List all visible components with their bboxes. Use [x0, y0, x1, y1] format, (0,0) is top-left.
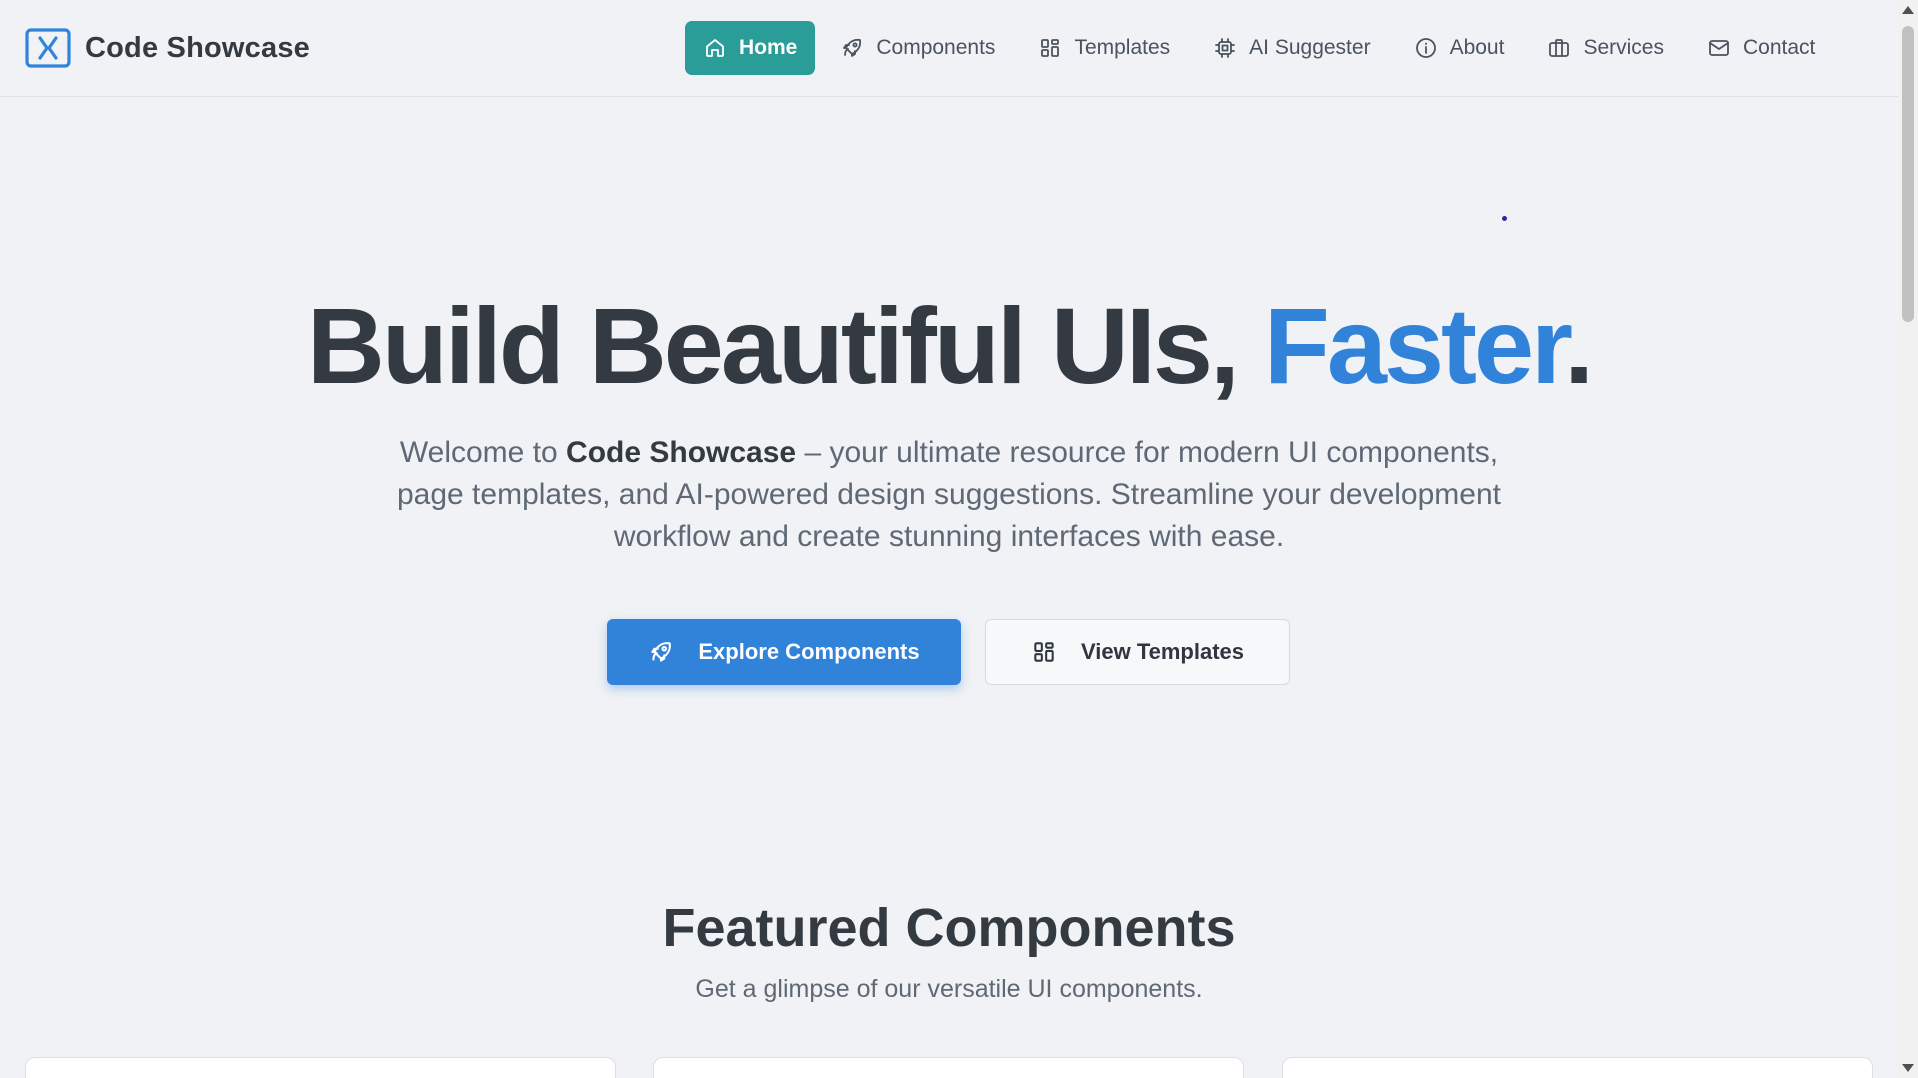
component-card[interactable] — [653, 1057, 1244, 1078]
view-templates-label: View Templates — [1080, 639, 1245, 664]
hero-description: Welcome to Code Showcase – your ultimate… — [380, 432, 1518, 558]
explore-components-button[interactable]: Explore Components — [607, 619, 961, 685]
nav-item-contact[interactable]: Contact — [1689, 21, 1833, 75]
hero-desc-pre: Welcome to — [399, 436, 567, 469]
brand-name: Code Showcase — [85, 31, 310, 64]
nav-item-label: About — [1449, 36, 1505, 59]
brand[interactable]: Code Showcase — [25, 28, 310, 68]
scroll-down-arrow-icon[interactable] — [1902, 1064, 1914, 1072]
nav-item-about[interactable]: About — [1396, 21, 1523, 75]
nav-item-components[interactable]: Components — [822, 21, 1013, 75]
top-navbar: Code Showcase Home Components Templates … — [0, 0, 1898, 97]
component-card[interactable] — [25, 1057, 616, 1078]
hero-cta-row: Explore Components View Templates — [607, 619, 1290, 685]
hero-title-accent: Faster — [1263, 285, 1567, 406]
nav-item-label: AI Suggester — [1249, 36, 1371, 59]
page: Code Showcase Home Components Templates … — [0, 0, 1898, 1078]
explore-components-label: Explore Components — [698, 639, 920, 664]
rocket-icon — [843, 38, 862, 57]
nav-item-home[interactable]: Home — [685, 21, 816, 75]
featured-title: Featured Components — [662, 898, 1236, 958]
hero-title-main: Build Beautiful UIs, — [306, 285, 1264, 406]
view-templates-button[interactable]: View Templates — [985, 619, 1290, 685]
nav-item-label: Services — [1583, 36, 1664, 59]
nav-item-ai-suggester[interactable]: AI Suggester — [1195, 21, 1388, 75]
nav-item-templates[interactable]: Templates — [1020, 21, 1188, 75]
hero-title-end: . — [1564, 285, 1594, 406]
featured-subtitle: Get a glimpse of our versatile UI compon… — [695, 975, 1203, 1003]
rocket-icon — [651, 642, 672, 662]
cpu-icon — [1215, 38, 1236, 58]
cursor-dot — [1502, 216, 1507, 221]
vertical-scrollbar[interactable] — [1898, 0, 1918, 1078]
mail-icon — [1709, 40, 1729, 56]
nav-item-label: Templates — [1074, 36, 1171, 59]
nav-item-label: Home — [739, 36, 798, 59]
briefcase-icon — [1549, 39, 1570, 57]
grid-icon — [1034, 642, 1054, 662]
home-icon — [706, 39, 724, 57]
hero-title: Build Beautiful UIs, Faster. — [0, 283, 1898, 408]
hero-desc-brand: Code Showcase — [566, 436, 797, 469]
component-card[interactable] — [1282, 1057, 1873, 1078]
code-brackets-icon — [25, 28, 71, 68]
nav-item-label: Components — [876, 36, 996, 59]
scroll-up-arrow-icon[interactable] — [1902, 6, 1914, 14]
scrollbar-thumb[interactable] — [1902, 26, 1914, 322]
nav-item-label: Contact — [1742, 36, 1816, 59]
main-nav: Home Components Templates AI Suggester A… — [685, 21, 1840, 75]
info-icon — [1415, 38, 1436, 58]
grid-icon — [1041, 39, 1060, 57]
nav-item-services[interactable]: Services — [1529, 21, 1682, 75]
